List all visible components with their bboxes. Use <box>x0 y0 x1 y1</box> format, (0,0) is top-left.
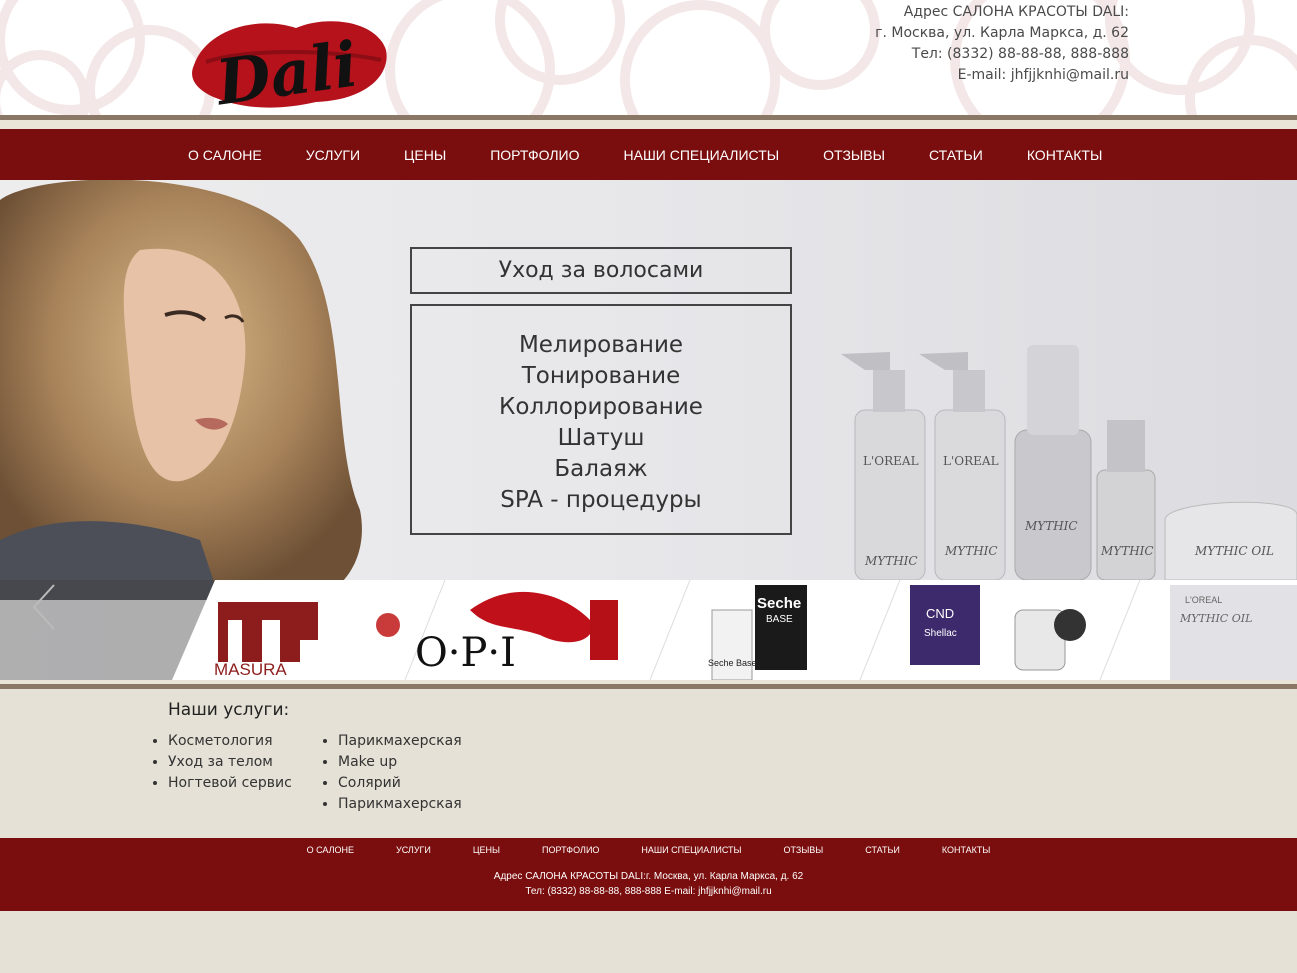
slide-item: Мелирование <box>518 332 684 358</box>
service-item[interactable]: Ногтевой сервис <box>168 773 292 794</box>
main-nav: О САЛОНЕ УСЛУГИ ЦЕНЫ ПОРТФОЛИО НАШИ СПЕЦ… <box>0 129 1297 180</box>
footer-nav-prices[interactable]: ЦЕНЫ <box>473 845 500 855</box>
footer-nav-reviews[interactable]: ОТЗЫВЫ <box>783 845 823 855</box>
site-header: Dali Адрес САЛОНА КРАСОТЫ DALI: г. Москв… <box>0 0 1297 115</box>
svg-text:MYTHIC: MYTHIC <box>944 544 998 558</box>
footer-nav-about[interactable]: О САЛОНЕ <box>307 845 354 855</box>
footer-info: Адрес САЛОНА КРАСОТЫ DALI:г. Москва, ул.… <box>0 869 1297 899</box>
nav-articles[interactable]: СТАТЬИ <box>929 147 983 163</box>
service-item[interactable]: Парикмахерская <box>338 794 462 815</box>
service-item[interactable]: Косметология <box>168 731 292 752</box>
email[interactable]: E-mail: jhfjjknhi@mail.ru <box>875 65 1129 86</box>
header-contact-info: Адрес САЛОНА КРАСОТЫ DALI: г. Москва, ул… <box>875 2 1129 86</box>
nav-reviews[interactable]: ОТЗЫВЫ <box>823 147 885 163</box>
brands-banner: MASURA O·P·I Seche BASE Seche Base CND S… <box>0 580 1297 680</box>
slide-item: SPA - процедуры <box>500 487 702 513</box>
footer-nav-portfolio[interactable]: ПОРТФОЛИО <box>542 845 599 855</box>
footer-nav-contacts[interactable]: КОНТАКТЫ <box>942 845 991 855</box>
services-section: Наши услуги: Косметология Уход за телом … <box>0 689 1297 838</box>
nav-about[interactable]: О САЛОНЕ <box>188 147 262 163</box>
brand-shellac: Shellac <box>924 628 957 639</box>
slide-item: Коллорирование <box>499 394 703 420</box>
brand-base: BASE <box>766 614 793 625</box>
address-title: Адрес САЛОНА КРАСОТЫ DALI: <box>903 4 1129 20</box>
brand-seche-base: Seche Base <box>708 658 757 668</box>
svg-text:MYTHIC OIL: MYTHIC OIL <box>1194 544 1274 558</box>
services-list-col2: Парикмахерская Make up Солярий Парикмахе… <box>318 731 462 815</box>
nav-prices[interactable]: ЦЕНЫ <box>404 147 446 163</box>
slide-item: Шатуш <box>557 425 645 451</box>
brand-seche: Seche <box>757 595 802 612</box>
phone: Тел: (8332) 88-88-88, 888-888 <box>911 46 1129 62</box>
nav-specialists[interactable]: НАШИ СПЕЦИАЛИСТЫ <box>624 147 780 163</box>
svg-text:L'OREAL: L'OREAL <box>943 454 999 468</box>
hair-products-image: L'OREAL L'OREAL MYTHIC MYTHIC MYTHIC MYT… <box>841 345 1297 580</box>
woman-portrait-image <box>0 180 362 600</box>
brand-cnd: CND <box>926 606 955 621</box>
brand-masura: MASURA <box>214 660 287 679</box>
hero-slider: Уход за волосами Мелирование Тонирование… <box>0 180 1297 680</box>
slide-title: Уход за волосами <box>498 258 704 283</box>
service-item[interactable]: Солярий <box>338 773 462 794</box>
slide-title-box: Уход за волосами <box>410 247 792 294</box>
svg-text:MYTHIC: MYTHIC <box>1024 519 1078 533</box>
footer-address: Адрес САЛОНА КРАСОТЫ DALI:г. Москва, ул.… <box>493 871 804 882</box>
svg-text:MYTHIC: MYTHIC <box>864 554 918 568</box>
brand-mythic-oil: MYTHIC OIL <box>1180 612 1253 625</box>
site-footer: О САЛОНЕ УСЛУГИ ЦЕНЫ ПОРТФОЛИО НАШИ СПЕЦ… <box>0 838 1297 911</box>
footer-nav-services[interactable]: УСЛУГИ <box>396 845 431 855</box>
divider <box>0 120 1297 129</box>
slide-item: Балаяж <box>554 456 648 482</box>
services-title: Наши услуги: <box>168 700 290 720</box>
services-list-col1: Косметология Уход за телом Ногтевой серв… <box>148 731 292 794</box>
nav-services[interactable]: УСЛУГИ <box>306 147 360 163</box>
address: г. Москва, ул. Карла Маркса, д. 62 <box>875 25 1129 41</box>
footer-nav: О САЛОНЕ УСЛУГИ ЦЕНЫ ПОРТФОЛИО НАШИ СПЕЦ… <box>0 838 1297 855</box>
nav-contacts[interactable]: КОНТАКТЫ <box>1027 147 1103 163</box>
service-item[interactable]: Парикмахерская <box>338 731 462 752</box>
svg-text:MYTHIC: MYTHIC <box>1100 544 1154 558</box>
service-item[interactable]: Make up <box>338 752 462 773</box>
footer-nav-specialists[interactable]: НАШИ СПЕЦИАЛИСТЫ <box>641 845 741 855</box>
brand-opi: O·P·I <box>415 630 516 676</box>
brands-banner-graphic <box>0 580 1297 680</box>
nav-portfolio[interactable]: ПОРТФОЛИО <box>490 147 579 163</box>
service-item[interactable]: Уход за телом <box>168 752 292 773</box>
footer-contacts: Тел: (8332) 88-88-88, 888-888 E-mail: jh… <box>525 886 772 897</box>
slide-item: Тонирование <box>521 363 681 389</box>
brand-loreal: L'OREAL <box>1185 595 1223 605</box>
svg-text:L'OREAL: L'OREAL <box>863 454 919 468</box>
dali-logo[interactable]: Dali <box>186 10 392 112</box>
footer-nav-articles[interactable]: СТАТЬИ <box>865 845 900 855</box>
slide-services-box: Мелирование Тонирование Коллорирование Ш… <box>410 304 792 535</box>
